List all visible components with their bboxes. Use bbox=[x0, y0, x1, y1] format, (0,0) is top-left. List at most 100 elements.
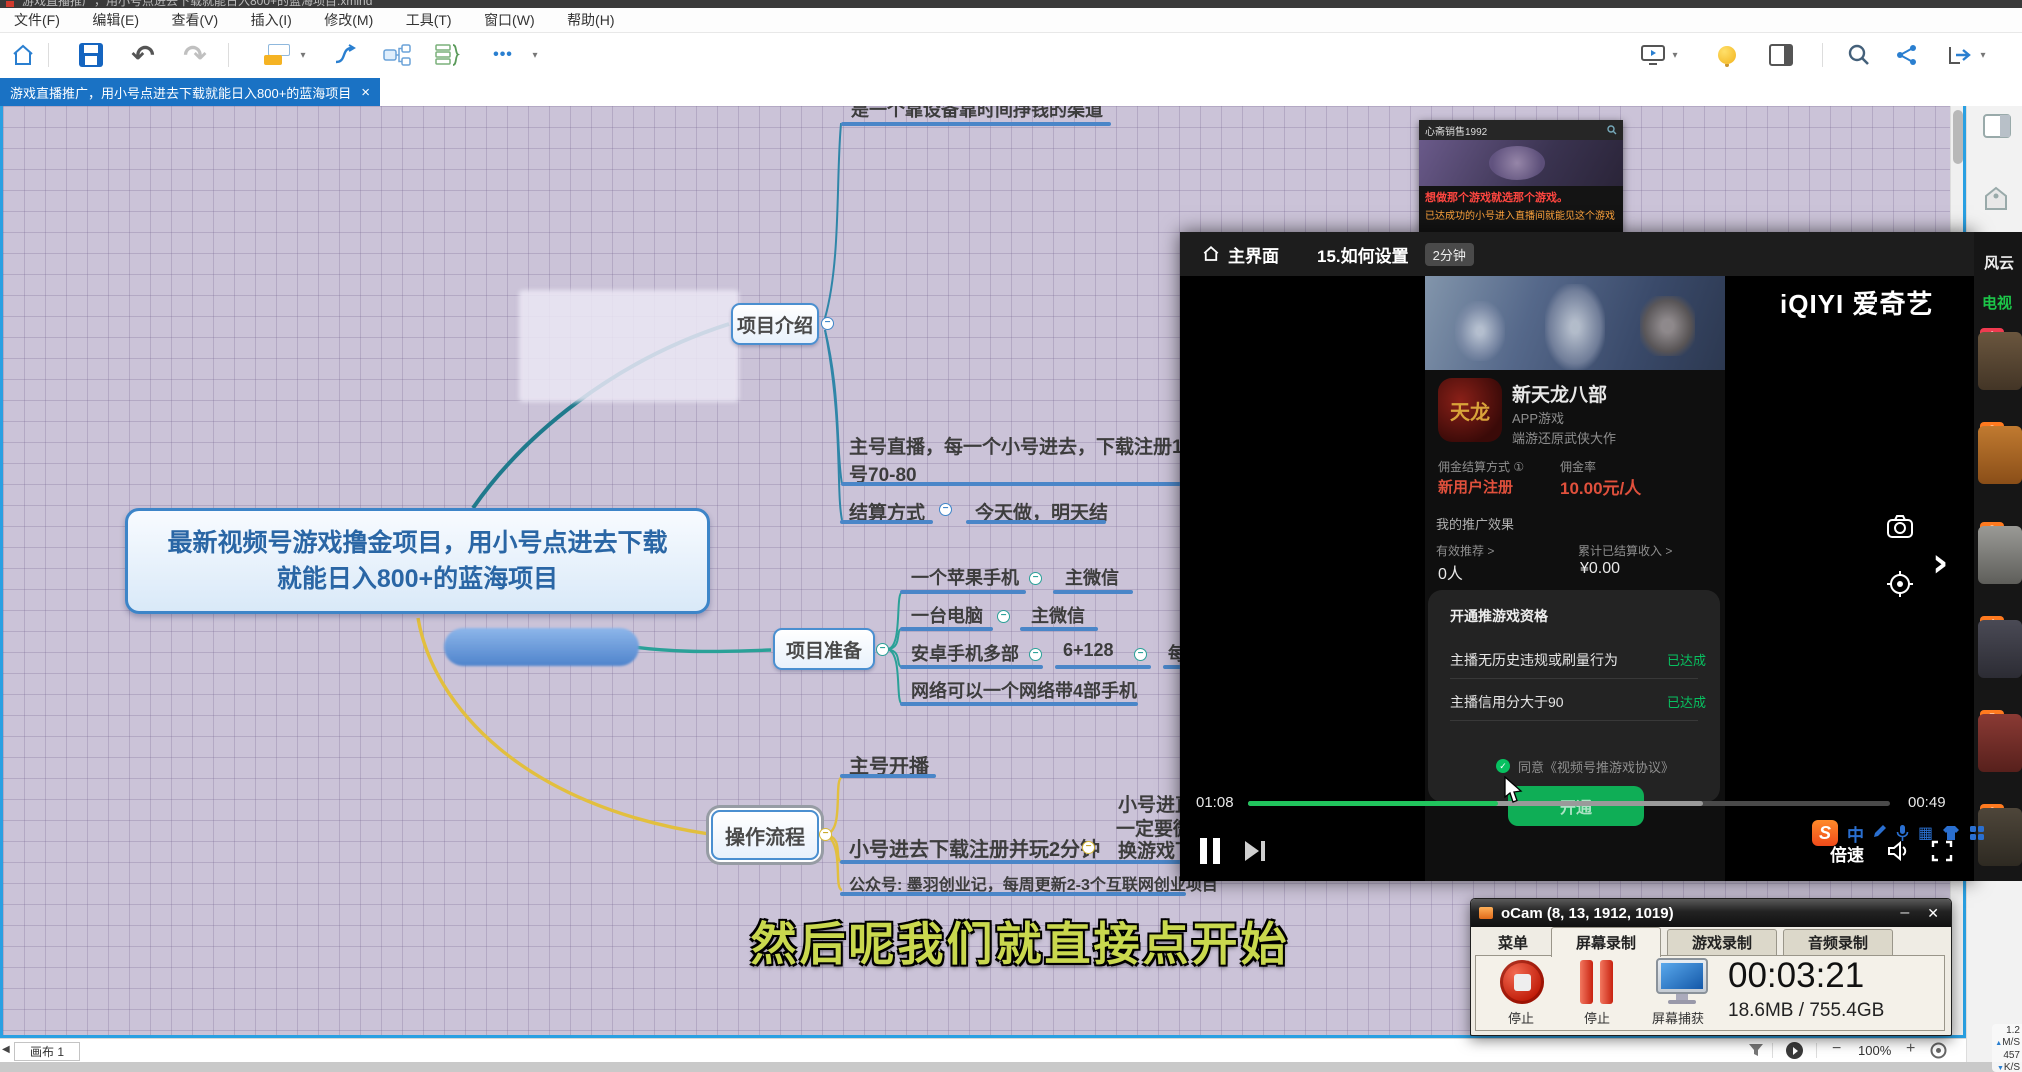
activate-button[interactable]: 开通 bbox=[1508, 786, 1644, 826]
sogou-pen-icon[interactable] bbox=[1873, 824, 1887, 842]
collapse-icon[interactable]: − bbox=[1029, 648, 1042, 661]
stop-record-button[interactable] bbox=[1500, 960, 1544, 1004]
screenshot-camera-icon[interactable] bbox=[1886, 514, 1914, 540]
menu-insert[interactable]: 插入(I) bbox=[251, 8, 292, 32]
rank-thumbnail[interactable] bbox=[1978, 714, 2022, 772]
menu-view[interactable]: 查看(V) bbox=[171, 8, 218, 32]
rank-thumbnail[interactable] bbox=[1978, 426, 2022, 484]
export-button[interactable] bbox=[1944, 40, 1974, 70]
prep-row4-a[interactable]: 网络可以一个网络带4部手机 bbox=[911, 677, 1137, 703]
panel-toggle-icon[interactable] bbox=[1983, 114, 2011, 138]
zoom-out-button[interactable]: − bbox=[1832, 1040, 1841, 1058]
sogou-logo-icon[interactable]: S bbox=[1812, 820, 1838, 846]
prep-row3-a[interactable]: 安卓手机多部 bbox=[911, 640, 1019, 666]
more-tools-button[interactable]: ••• bbox=[488, 40, 518, 70]
topic-workflow[interactable]: 操作流程 bbox=[711, 810, 819, 860]
prep-row2-b[interactable]: 主微信 bbox=[1031, 602, 1085, 628]
menu-tools[interactable]: 工具(T) bbox=[406, 8, 452, 32]
ocam-titlebar[interactable]: oCam (8, 13, 1912, 1019) – ✕ bbox=[1471, 899, 1951, 927]
home-icon[interactable] bbox=[1202, 245, 1220, 263]
more-caret[interactable]: ▾ bbox=[528, 40, 542, 70]
node-insert-button[interactable] bbox=[382, 40, 412, 70]
iqiyi-sidebar-strip[interactable]: 风云 电视 1 2 3 4 5 6 bbox=[1974, 232, 2022, 881]
export-caret[interactable]: ▾ bbox=[1976, 40, 1990, 70]
menu-window[interactable]: 窗口(W) bbox=[484, 8, 535, 32]
ocam-tab-screen-record[interactable]: 屏幕录制 bbox=[1551, 927, 1661, 957]
collapse-icon[interactable]: − bbox=[1029, 572, 1042, 585]
subtopic-intro-overview[interactable]: 是一个靠设备靠时间挣钱的渠道 bbox=[851, 106, 1103, 122]
minimize-button[interactable]: – bbox=[1900, 904, 1909, 922]
home-button[interactable] bbox=[8, 40, 38, 70]
collapse-icon[interactable]: − bbox=[939, 503, 952, 516]
prep-row1-b[interactable]: 主微信 bbox=[1065, 564, 1119, 590]
idea-button[interactable] bbox=[1712, 40, 1742, 70]
fit-view-icon[interactable] bbox=[1930, 1042, 1947, 1059]
rank-thumbnail[interactable] bbox=[1978, 620, 2022, 678]
structure-button[interactable] bbox=[262, 40, 292, 70]
pause-record-button[interactable] bbox=[1580, 960, 1613, 1004]
sogou-mic-icon[interactable] bbox=[1896, 824, 1909, 842]
undo-button[interactable]: ↶ bbox=[128, 40, 158, 70]
structure-caret[interactable]: ▾ bbox=[296, 40, 310, 70]
outline-button[interactable] bbox=[432, 40, 462, 70]
presentation-button[interactable] bbox=[1638, 40, 1668, 70]
canvas-tab[interactable]: 画布 1 bbox=[14, 1042, 80, 1061]
menu-edit[interactable]: 编辑(E) bbox=[92, 8, 139, 32]
screen-capture-button[interactable] bbox=[1652, 958, 1714, 1006]
zoom-level[interactable]: 100% bbox=[1858, 1043, 1891, 1058]
presentation-caret[interactable]: ▾ bbox=[1668, 40, 1682, 70]
topic-intro[interactable]: 项目介绍 bbox=[731, 303, 819, 345]
scroll-left-arrow[interactable]: ◀ bbox=[2, 1044, 10, 1055]
format-panel-button[interactable] bbox=[1766, 40, 1796, 70]
ocam-window[interactable]: oCam (8, 13, 1912, 1019) – ✕ 菜单 屏幕录制 游戏录… bbox=[1470, 898, 1952, 1036]
collapse-icon[interactable]: − bbox=[819, 828, 832, 841]
sogou-skin-icon[interactable] bbox=[1942, 825, 1960, 841]
collapse-icon[interactable]: − bbox=[821, 317, 834, 330]
tab-close-icon[interactable]: × bbox=[361, 84, 370, 101]
filter-icon[interactable] bbox=[1748, 1043, 1764, 1058]
document-tab[interactable]: 游戏直播推广，用小号点进去下载就能日入800+的蓝海项目 × bbox=[0, 78, 380, 106]
redo-button[interactable]: ↷ bbox=[180, 40, 210, 70]
save-button[interactable] bbox=[76, 40, 106, 70]
relationship-button[interactable] bbox=[330, 40, 360, 70]
subtopic-live-line1[interactable]: 主号直播，每一个小号进去，下载注册10-1 bbox=[849, 432, 1210, 459]
topic-preparation[interactable]: 项目准备 bbox=[773, 628, 875, 670]
zoom-in-button[interactable]: + bbox=[1906, 1040, 1915, 1058]
share-button[interactable] bbox=[1892, 40, 1922, 70]
next-episode-button[interactable] bbox=[1242, 838, 1268, 869]
settings-target-icon[interactable] bbox=[1886, 570, 1914, 598]
sogou-input-bar[interactable]: S 中 ▦ bbox=[1812, 818, 1998, 848]
next-panel-arrow[interactable]: › bbox=[1932, 540, 1948, 586]
pause-button[interactable] bbox=[1200, 838, 1220, 864]
nav-episode-label[interactable]: 15.如何设置 bbox=[1317, 242, 1409, 267]
prep-row1-a[interactable]: 一个苹果手机 bbox=[911, 564, 1019, 590]
search-button[interactable] bbox=[1844, 40, 1874, 70]
agreement-checkbox[interactable]: ✓ bbox=[1496, 759, 1510, 773]
menu-modify[interactable]: 修改(M) bbox=[324, 8, 373, 32]
sogou-lang-icon[interactable]: 中 bbox=[1847, 821, 1864, 846]
root-topic[interactable]: 最新视频号游戏撸金项目，用小号点进去下载 就能日入800+的蓝海项目 bbox=[125, 508, 710, 614]
menu-file[interactable]: 文件(F) bbox=[14, 8, 60, 32]
rank-thumbnail[interactable] bbox=[1978, 332, 2022, 390]
network-speed-widget[interactable]: 1.2 ▲M/S 457 ▼K/S bbox=[1992, 1024, 2022, 1072]
flow-child2[interactable]: 小号进去下载注册并玩2分钟 bbox=[849, 833, 1100, 862]
rank-thumbnail[interactable] bbox=[1978, 526, 2022, 584]
locate-center-button[interactable] bbox=[1786, 1042, 1803, 1059]
collapse-icon[interactable]: − bbox=[876, 643, 889, 656]
close-button[interactable]: ✕ bbox=[1927, 905, 1939, 922]
nav-home-label[interactable]: 主界面 bbox=[1228, 242, 1279, 267]
progress-track[interactable] bbox=[1248, 801, 1890, 806]
prep-row3-b[interactable]: 6+128 bbox=[1063, 640, 1114, 661]
video-player-overlay[interactable]: 主界面 15.如何设置 2分钟 iQIYI 爱奇艺 天龙 新天龙八部 APP游戏… bbox=[1180, 232, 1974, 881]
ocam-menu-button[interactable]: 菜单 bbox=[1479, 929, 1547, 955]
sogou-toolbox-icon[interactable] bbox=[1969, 825, 1985, 841]
ocam-tab-audio-record[interactable]: 音频录制 bbox=[1783, 929, 1893, 955]
style-tag-icon[interactable] bbox=[1983, 186, 2009, 212]
prep-row2-a[interactable]: 一台电脑 bbox=[911, 602, 983, 628]
mini-preview-window[interactable]: 心斋销售1992 想做那个游戏就选那个游戏。 已达成功的小号进入直播间就能见这个… bbox=[1419, 120, 1623, 232]
ocam-tab-game-record[interactable]: 游戏录制 bbox=[1667, 929, 1777, 955]
menu-help[interactable]: 帮助(H) bbox=[567, 8, 614, 32]
sogou-keyboard-icon[interactable]: ▦ bbox=[1918, 823, 1933, 843]
collapse-icon[interactable]: − bbox=[997, 610, 1010, 623]
collapse-icon[interactable]: − bbox=[1134, 648, 1147, 661]
